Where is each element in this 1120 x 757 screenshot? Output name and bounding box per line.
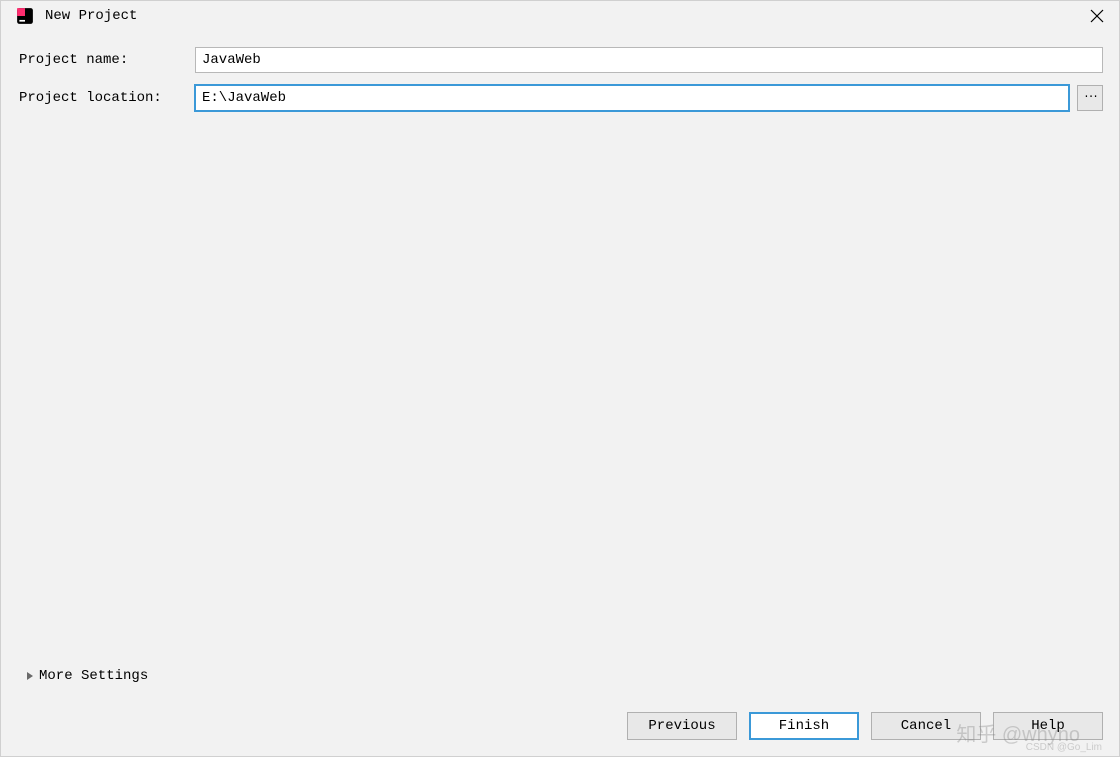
- chevron-right-icon: [27, 672, 33, 680]
- close-button[interactable]: [1085, 4, 1109, 28]
- project-location-label: Project location:: [19, 90, 187, 106]
- more-settings-label: More Settings: [39, 668, 148, 684]
- titlebar: New Project: [1, 1, 1119, 35]
- project-name-label: Project name:: [19, 52, 187, 68]
- project-location-input[interactable]: [195, 85, 1069, 111]
- more-settings-toggle[interactable]: More Settings: [19, 660, 1103, 702]
- spacer: [19, 123, 1103, 660]
- browse-button[interactable]: ...: [1077, 85, 1103, 111]
- dialog-footer: Previous Finish Cancel Help: [1, 702, 1119, 756]
- previous-button[interactable]: Previous: [627, 712, 737, 740]
- finish-button[interactable]: Finish: [749, 712, 859, 740]
- cancel-button[interactable]: Cancel: [871, 712, 981, 740]
- project-location-row: Project location: ...: [19, 85, 1103, 111]
- project-name-row: Project name:: [19, 47, 1103, 73]
- help-button[interactable]: Help: [993, 712, 1103, 740]
- window-title: New Project: [45, 8, 1085, 24]
- new-project-dialog: New Project Project name: Project locati…: [0, 0, 1120, 757]
- project-name-input[interactable]: [195, 47, 1103, 73]
- dialog-content: Project name: Project location: ... More…: [1, 35, 1119, 702]
- intellij-icon: [15, 6, 35, 26]
